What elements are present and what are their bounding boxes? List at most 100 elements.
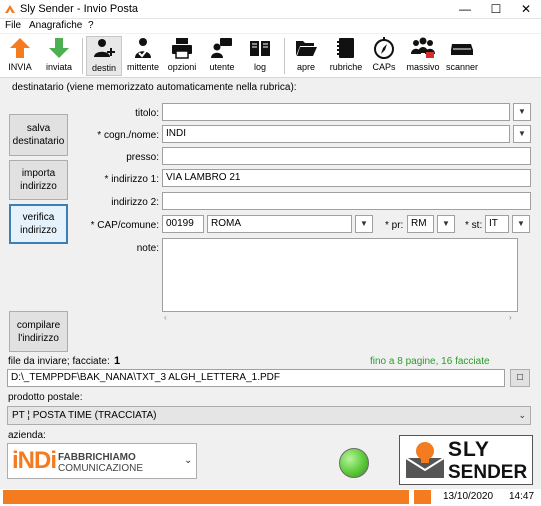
sent-down-icon bbox=[49, 38, 69, 58]
massivo-label: massivo bbox=[406, 62, 440, 72]
indirizzo1-label: * indirizzo 1: bbox=[104, 174, 159, 185]
status-bar: 13/10/2020 14:47 bbox=[0, 489, 541, 506]
sly-sender-logo: SLY SENDER bbox=[399, 435, 533, 485]
book-icon bbox=[250, 41, 270, 56]
provincia-field[interactable]: RM bbox=[407, 215, 434, 233]
app-icon bbox=[5, 5, 15, 13]
prodotto-value: PT ¦ POSTA TIME (TRACCIATA) bbox=[12, 410, 157, 421]
titolo-field[interactable] bbox=[162, 103, 510, 121]
caps-label: CAPs bbox=[372, 62, 396, 72]
toolbar-separator bbox=[284, 38, 285, 74]
utente-button[interactable]: utente bbox=[206, 36, 238, 76]
note-textarea[interactable] bbox=[162, 238, 518, 312]
file-limit-info: fino a 8 pagine, 16 facciate bbox=[370, 356, 490, 367]
titolo-dropdown[interactable]: ▼ bbox=[513, 103, 531, 121]
opzioni-label: opzioni bbox=[167, 62, 197, 72]
apre-button[interactable]: apre bbox=[292, 36, 320, 76]
invia-label: INVIA bbox=[8, 62, 32, 72]
window-title: Sly Sender - Invio Posta bbox=[20, 3, 139, 15]
note-scrollbar[interactable] bbox=[519, 238, 531, 312]
provincia-label: * pr: bbox=[385, 220, 404, 231]
titolo-label: titolo: bbox=[135, 108, 159, 119]
cognome-label: * cogn./nome: bbox=[97, 130, 159, 141]
inviata-button[interactable]: inviata bbox=[42, 36, 76, 76]
status-indicator bbox=[414, 490, 431, 504]
inviata-label: inviata bbox=[45, 62, 72, 72]
mittente-button[interactable]: mittente bbox=[124, 36, 162, 76]
user-add-icon bbox=[94, 39, 115, 57]
brand-line2: SENDER bbox=[448, 462, 528, 483]
opzioni-button[interactable]: opzioni bbox=[166, 36, 198, 76]
file-path-field[interactable]: D:\_TEMPPDF\BAK_NANA\TXT_3 ALGH_LETTERA_… bbox=[7, 369, 505, 387]
toolbar-separator bbox=[82, 38, 83, 74]
azienda-label: azienda: bbox=[8, 430, 46, 441]
title-bar: Sly Sender - Invio Posta — ☐ ✕ bbox=[0, 0, 541, 19]
utente-label: utente bbox=[209, 62, 235, 72]
envelope-bulb-icon bbox=[405, 442, 445, 478]
menu-bar: File Anagrafiche ? bbox=[0, 19, 541, 33]
indirizzo1-field[interactable]: VIA LAMBRO 21 bbox=[162, 169, 531, 187]
destin-button[interactable]: destin bbox=[86, 36, 122, 76]
stato-field[interactable]: IT bbox=[485, 215, 509, 233]
menu-help[interactable]: ? bbox=[88, 20, 94, 31]
stato-dropdown[interactable]: ▼ bbox=[512, 215, 530, 233]
cognome-dropdown[interactable]: ▼ bbox=[513, 125, 531, 143]
send-up-icon bbox=[10, 38, 30, 58]
azienda-logo-line2: COMUNICAZIONE bbox=[58, 463, 143, 474]
chevron-down-icon: ⌄ bbox=[518, 410, 526, 420]
printer-icon bbox=[172, 38, 192, 59]
cap-comune-label: * CAP/comune: bbox=[90, 220, 159, 231]
indirizzo2-label: indirizzo 2: bbox=[111, 197, 159, 208]
presso-field[interactable] bbox=[162, 147, 531, 165]
mittente-label: mittente bbox=[126, 62, 159, 72]
provincia-dropdown[interactable]: ▼ bbox=[437, 215, 455, 233]
chevron-down-icon: ⌄ bbox=[184, 455, 193, 466]
importa-indirizzo-button[interactable]: importa indirizzo bbox=[9, 160, 68, 200]
address-book-icon bbox=[337, 38, 354, 58]
scroll-left-icon[interactable]: ‹ bbox=[164, 313, 167, 322]
azienda-logo-mark: iNDi bbox=[12, 447, 57, 474]
comune-field[interactable]: ROMA bbox=[207, 215, 352, 233]
comune-dropdown[interactable]: ▼ bbox=[355, 215, 373, 233]
minimize-button[interactable]: — bbox=[450, 0, 480, 19]
azienda-select[interactable]: iNDi FABBRICHIAMO COMUNICAZIONE ⌄ bbox=[7, 443, 197, 479]
compilare-indirizzo-button[interactable]: compilare l'indirizzo bbox=[9, 311, 68, 352]
azienda-logo-line1: FABBRICHIAMO bbox=[58, 452, 136, 463]
presso-label: presso: bbox=[126, 152, 159, 163]
note-label: note: bbox=[136, 243, 159, 254]
user-check-icon bbox=[135, 38, 151, 58]
browse-file-button[interactable]: □ bbox=[510, 369, 530, 387]
caps-button[interactable]: CAPs bbox=[370, 36, 398, 76]
status-led-icon bbox=[339, 448, 369, 478]
users-group-icon bbox=[411, 37, 435, 58]
scroll-right-icon[interactable]: › bbox=[509, 313, 512, 322]
toolbar: INVIA inviata destin mittente opzioni ut… bbox=[0, 34, 541, 78]
facciate-count: 1 bbox=[114, 355, 121, 367]
scanner-button[interactable]: scanner bbox=[444, 36, 480, 76]
log-label: log bbox=[253, 62, 266, 72]
invia-button[interactable]: INVIA bbox=[4, 36, 36, 76]
file-label: file da inviare; facciate: bbox=[8, 356, 110, 367]
menu-file[interactable]: File bbox=[5, 20, 21, 31]
indirizzo2-field[interactable] bbox=[162, 192, 531, 210]
massivo-button[interactable]: massivo bbox=[405, 36, 441, 76]
brand-line1: SLY bbox=[448, 438, 490, 461]
verifica-indirizzo-button[interactable]: verifica indirizzo bbox=[9, 204, 68, 244]
cap-field[interactable]: 00199 bbox=[162, 215, 204, 233]
salva-destinatario-button[interactable]: salva destinatario bbox=[9, 114, 68, 156]
prodotto-select[interactable]: PT ¦ POSTA TIME (TRACCIATA) ⌄ bbox=[7, 406, 531, 425]
apre-label: apre bbox=[296, 62, 315, 72]
prodotto-label: prodotto postale: bbox=[8, 392, 83, 403]
log-button[interactable]: log bbox=[246, 36, 274, 76]
cognome-field[interactable]: INDI bbox=[162, 125, 510, 143]
rubriche-button[interactable]: rubriche bbox=[328, 36, 364, 76]
destin-label: destin bbox=[91, 63, 117, 73]
folder-open-icon bbox=[296, 41, 317, 56]
rubriche-label: rubriche bbox=[329, 62, 363, 72]
close-button[interactable]: ✕ bbox=[511, 0, 541, 19]
scanner-label: scanner bbox=[445, 62, 479, 72]
compass-icon bbox=[374, 37, 394, 59]
maximize-button[interactable]: ☐ bbox=[481, 0, 511, 19]
progress-bar bbox=[3, 490, 409, 504]
menu-anagrafiche[interactable]: Anagrafiche bbox=[29, 20, 82, 31]
